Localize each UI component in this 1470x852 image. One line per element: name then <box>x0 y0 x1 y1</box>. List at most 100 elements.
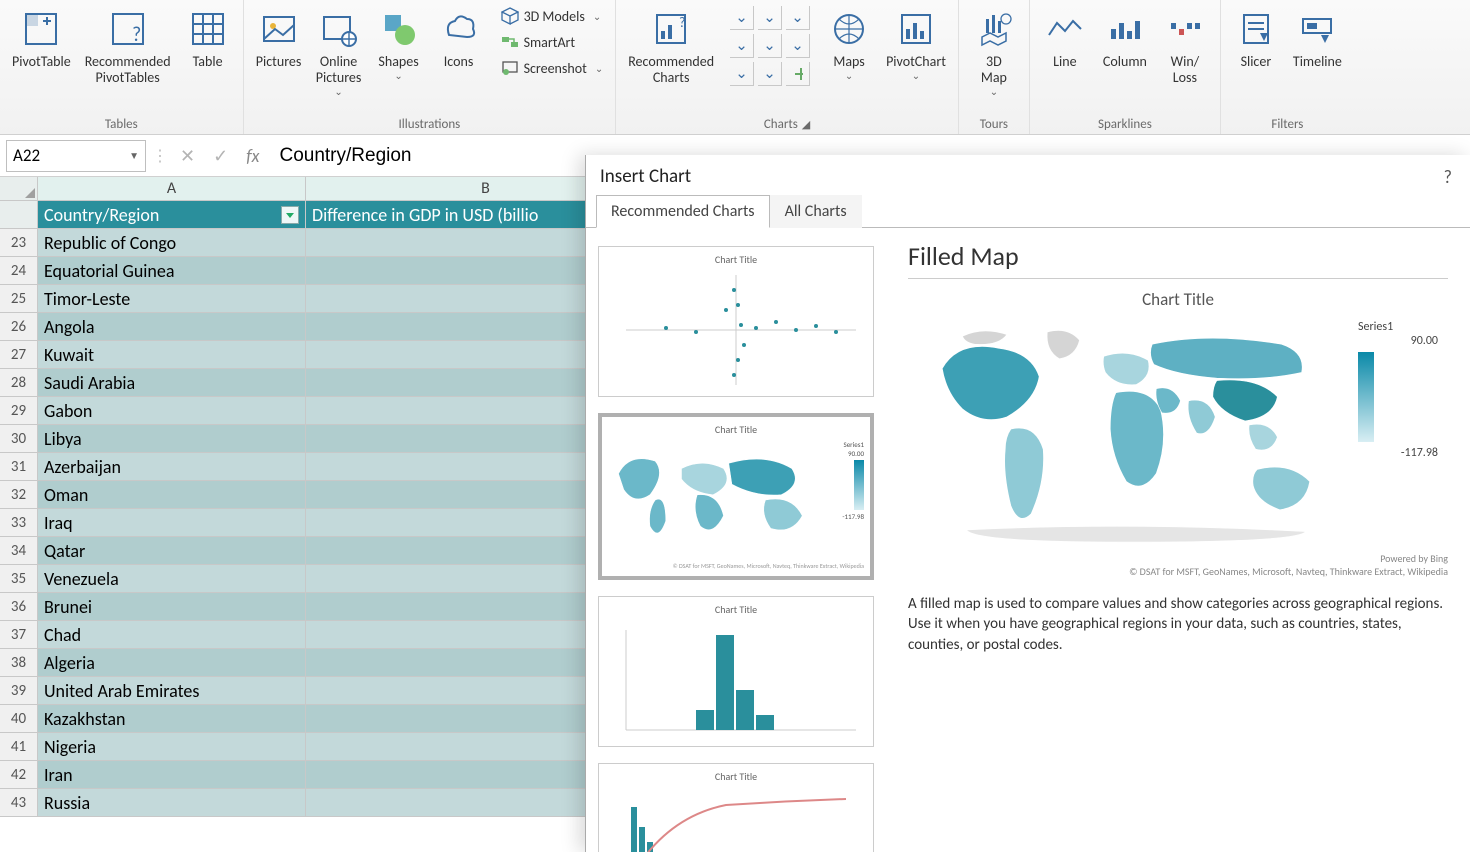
row-header[interactable]: 36 <box>0 593 38 621</box>
row-header[interactable]: 38 <box>0 649 38 677</box>
row-header[interactable] <box>0 201 38 229</box>
chart-thumb-pareto[interactable]: Chart Title <box>598 763 874 852</box>
cell-country[interactable]: Algeria <box>38 649 306 677</box>
enter-formula-icon[interactable]: ✓ <box>213 145 228 167</box>
shapes-button[interactable]: Shapes ⌄ <box>372 4 426 84</box>
row-header[interactable]: 39 <box>0 677 38 705</box>
pivottable-button[interactable]: PivotTable <box>8 4 75 72</box>
maps-button[interactable]: Maps ⌄ <box>822 4 876 84</box>
chart-type-statistic-button[interactable]: ⌄ <box>758 34 782 58</box>
cell-country[interactable]: Iraq <box>38 509 306 537</box>
row-header[interactable]: 33 <box>0 509 38 537</box>
row-header[interactable]: 42 <box>0 761 38 789</box>
screenshot-button[interactable]: Screenshot⌄ <box>496 56 608 80</box>
cell-country[interactable]: Russia <box>38 789 306 817</box>
slicer-button[interactable]: Slicer <box>1229 4 1283 72</box>
cell-country[interactable]: Kuwait <box>38 341 306 369</box>
chart-type-waterfall-button[interactable]: ⌄ <box>786 6 810 30</box>
smartart-icon <box>500 32 520 52</box>
chart-preview[interactable]: Chart Title <box>908 289 1448 578</box>
pictures-icon <box>256 6 302 52</box>
cell-country[interactable]: Kazakhstan <box>38 705 306 733</box>
cell-country[interactable]: Timor-Leste <box>38 285 306 313</box>
cell-country[interactable]: Brunei <box>38 593 306 621</box>
fx-icon[interactable]: fx <box>246 145 259 167</box>
chart-type-line-button[interactable]: ⌄ <box>730 34 754 58</box>
dialog-help-button[interactable]: ? <box>1444 166 1452 188</box>
row-header[interactable]: 31 <box>0 453 38 481</box>
row-header[interactable]: 43 <box>0 789 38 817</box>
pivotchart-button[interactable]: PivotChart ⌄ <box>882 4 950 84</box>
timeline-button[interactable]: Timeline <box>1289 4 1346 72</box>
cell-country[interactable]: Nigeria <box>38 733 306 761</box>
cell-country[interactable]: Libya <box>38 425 306 453</box>
cell-country[interactable]: Saudi Arabia <box>38 369 306 397</box>
row-header[interactable]: 28 <box>0 369 38 397</box>
table-button[interactable]: Table <box>181 4 235 72</box>
name-box[interactable]: A22 ▼ <box>6 140 146 172</box>
row-header[interactable]: 29 <box>0 397 38 425</box>
insert-chart-dialog: Insert Chart ? Recommended Charts All Ch… <box>585 155 1470 852</box>
row-header[interactable]: 30 <box>0 425 38 453</box>
chart-type-column-button[interactable]: ⌄ <box>730 6 754 30</box>
sparkline-winloss-button[interactable]: Win/ Loss <box>1158 4 1212 88</box>
cell-country[interactable]: Azerbaijan <box>38 453 306 481</box>
cell-country[interactable]: Republic of Congo <box>38 229 306 257</box>
chart-type-scatter-button[interactable]: ⌄ <box>758 62 782 86</box>
chart-type-hierarchy-button[interactable]: ⌄ <box>758 6 782 30</box>
chart-type-surface-button[interactable] <box>786 62 810 86</box>
group-label-charts: Charts◢ <box>764 114 810 132</box>
group-label-filters: Filters <box>1271 114 1303 132</box>
cell-country[interactable]: Angola <box>38 313 306 341</box>
sparkline-column-button[interactable]: Column <box>1098 4 1152 72</box>
row-header[interactable]: 35 <box>0 565 38 593</box>
row-header[interactable]: 27 <box>0 341 38 369</box>
chart-thumb-histogram[interactable]: Chart Title <box>598 596 874 747</box>
header-cell-country[interactable]: Country/Region <box>38 201 306 229</box>
recommended-pivottables-label: Recommended PivotTables <box>85 54 171 86</box>
charts-dialog-launcher[interactable]: ◢ <box>802 118 810 131</box>
tab-recommended-charts[interactable]: Recommended Charts <box>596 195 770 228</box>
row-header[interactable]: 25 <box>0 285 38 313</box>
filter-dropdown-icon[interactable] <box>281 206 299 224</box>
ribbon-group-tables: PivotTable ? Recommended PivotTables Tab… <box>0 0 244 134</box>
row-header[interactable]: 24 <box>0 257 38 285</box>
cell-country[interactable]: Qatar <box>38 537 306 565</box>
smartart-button[interactable]: SmartArt <box>496 30 608 54</box>
column-header-A[interactable]: A <box>38 177 306 201</box>
online-pictures-button[interactable]: Online Pictures ⌄ <box>312 4 366 100</box>
row-header[interactable]: 40 <box>0 705 38 733</box>
row-header[interactable]: 23 <box>0 229 38 257</box>
pictures-button[interactable]: Pictures <box>252 4 306 72</box>
row-header[interactable]: 26 <box>0 313 38 341</box>
sparkline-line-button[interactable]: Line <box>1038 4 1092 72</box>
tab-all-charts[interactable]: All Charts <box>770 195 862 228</box>
cell-country[interactable]: Oman <box>38 481 306 509</box>
3d-map-button[interactable]: 3D Map⌄ <box>967 4 1021 100</box>
powered-by: Powered by Bing <box>908 552 1448 565</box>
row-header[interactable]: 32 <box>0 481 38 509</box>
cell-country[interactable]: Chad <box>38 621 306 649</box>
group-label-sparklines: Sparklines <box>1098 114 1152 132</box>
recommended-pivottables-button[interactable]: ? Recommended PivotTables <box>81 4 175 88</box>
cell-country[interactable]: Venezuela <box>38 565 306 593</box>
chart-thumb-scatter[interactable]: Chart Title <box>598 246 874 397</box>
cell-country[interactable]: Iran <box>38 761 306 789</box>
chart-thumb-filled-map[interactable]: Chart Title Series1 <box>598 413 874 580</box>
pivottable-label: PivotTable <box>12 54 71 70</box>
cell-country[interactable]: Gabon <box>38 397 306 425</box>
slicer-icon <box>1233 6 1279 52</box>
select-all-corner[interactable] <box>0 177 38 201</box>
chart-type-pie-button[interactable]: ⌄ <box>730 62 754 86</box>
icons-button[interactable]: Icons <box>432 4 486 72</box>
row-header[interactable]: 41 <box>0 733 38 761</box>
cell-country[interactable]: Equatorial Guinea <box>38 257 306 285</box>
cell-country[interactable]: United Arab Emirates <box>38 677 306 705</box>
recommended-charts-button[interactable]: ? Recommended Charts <box>624 4 718 88</box>
chart-type-combo-button[interactable]: ⌄ <box>786 34 810 58</box>
row-header[interactable]: 37 <box>0 621 38 649</box>
cancel-formula-icon[interactable]: ✕ <box>180 145 195 167</box>
row-header[interactable]: 34 <box>0 537 38 565</box>
recommended-pivottables-icon: ? <box>105 6 151 52</box>
3d-models-button[interactable]: 3D Models⌄ <box>496 4 608 28</box>
